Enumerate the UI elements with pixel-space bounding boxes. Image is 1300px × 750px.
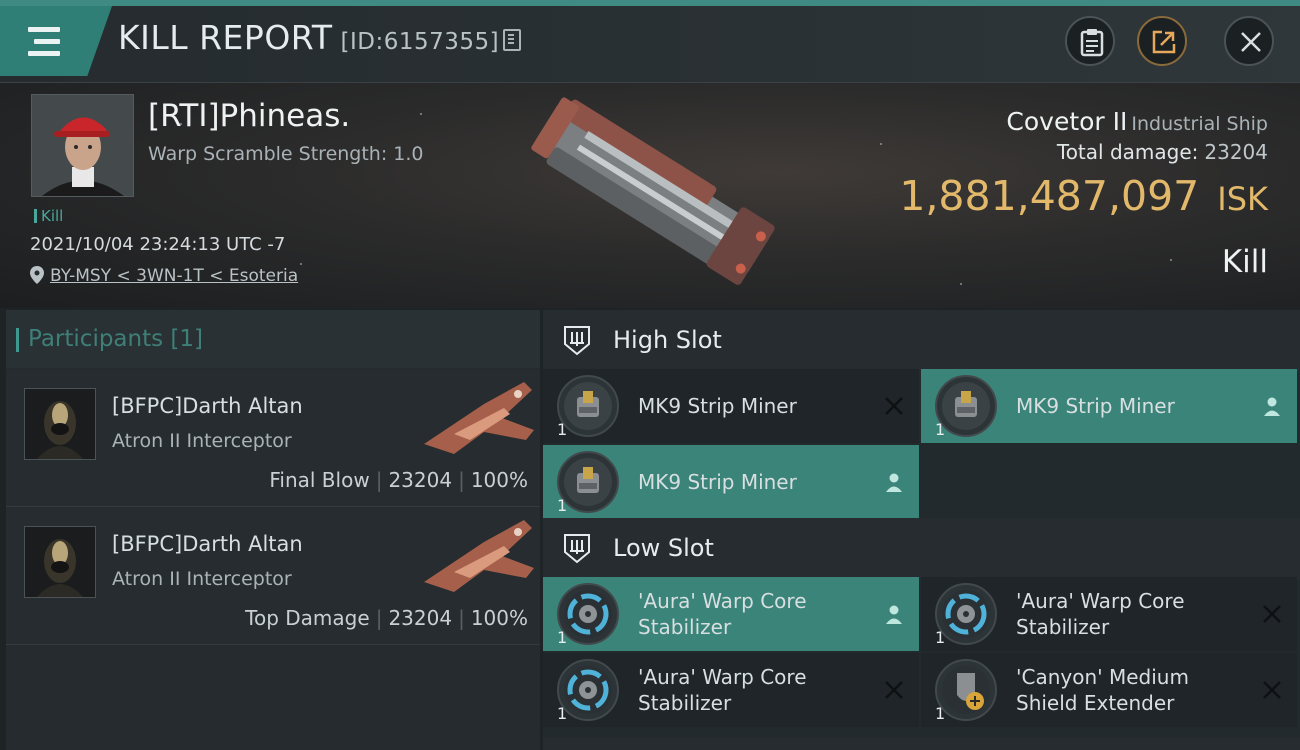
share-icon [1152, 30, 1176, 54]
victim-ship[interactable]: Covetor II Industrial Ship [1006, 107, 1268, 136]
dropped-person-icon [886, 605, 902, 624]
share-button[interactable] [1137, 16, 1187, 66]
module-quantity: 1 [557, 628, 568, 647]
module-name: MK9 Strip Miner [1016, 394, 1175, 418]
participant-row[interactable]: [BFPC]Darth Altan Atron II Interceptor F… [6, 370, 540, 507]
module-quantity: 1 [935, 704, 946, 723]
module-item[interactable]: 1 'Aura' Warp Core Stabilizer [543, 577, 919, 651]
participant-stats: Top Damage | 23204 | 100% [245, 606, 528, 630]
module-name: 'Canyon' Medium Shield Extender [1016, 665, 1189, 715]
module-quantity: 1 [935, 420, 946, 439]
participant-stats: Final Blow | 23204 | 100% [269, 468, 528, 492]
participants-title: Participants [1] [16, 326, 203, 352]
dropped-person-icon [886, 473, 902, 492]
clipboard-icon [1080, 29, 1104, 57]
participant-ship: Atron II Interceptor [112, 430, 292, 452]
location-pin-icon [30, 266, 44, 284]
fitting-panel: High Slot 1 MK9 Strip Miner 1 MK9 Strip … [543, 310, 1300, 750]
destroyed-x-icon [885, 681, 903, 699]
module-quantity: 1 [557, 704, 568, 723]
participant-name[interactable]: [BFPC]Darth Altan [112, 532, 303, 556]
total-damage: Total damage: 23204 [1057, 140, 1268, 164]
close-icon [1241, 32, 1261, 52]
location-link[interactable]: BY-MSY < 3WN-1T < Esoteria [50, 266, 298, 286]
module-name: MK9 Strip Miner [638, 394, 797, 418]
kill-location[interactable]: BY-MSY < 3WN-1T < Esoteria [30, 266, 298, 286]
isk-unit: ISK [1217, 180, 1268, 218]
module-name: 'Aura' Warp Core Stabilizer [638, 589, 807, 639]
module-item[interactable]: 1 'Canyon' Medium Shield Extender [921, 653, 1297, 727]
victim-name[interactable]: [RTI]Phineas. [148, 98, 350, 134]
destroyed-x-icon [885, 397, 903, 415]
low-slot-header: Low Slot [543, 518, 1300, 580]
ship-name: Covetor II [1006, 107, 1128, 136]
module-item[interactable]: 1 'Aura' Warp Core Stabilizer [921, 577, 1297, 651]
low-slot-icon [564, 534, 590, 564]
ship-class: Industrial Ship [1131, 113, 1268, 135]
participant-name[interactable]: [BFPC]Darth Altan [112, 394, 303, 418]
next-slot-header-partial [543, 738, 1300, 750]
participant-avatar [24, 388, 96, 460]
module-item[interactable]: 1 MK9 Strip Miner [543, 445, 919, 519]
kill-tag: Kill [34, 207, 63, 225]
module-quantity: 1 [935, 628, 946, 647]
module-item[interactable]: 1 'Aura' Warp Core Stabilizer [543, 653, 919, 727]
copy-icon[interactable] [503, 29, 522, 51]
close-button[interactable] [1224, 16, 1274, 66]
kill-datetime: 2021/10/04 23:24:13 UTC -7 [30, 234, 286, 255]
high-slot-icon [564, 326, 590, 356]
page-title: KILL REPORT [ID:6157355] [118, 18, 522, 57]
participant-ship: Atron II Interceptor [112, 568, 292, 590]
participant-ship-image [424, 520, 534, 592]
kill-id: [ID:6157355] [340, 29, 500, 55]
victim-portrait[interactable] [31, 94, 134, 197]
participants-header[interactable]: Participants [1] [6, 310, 540, 368]
participants-panel: Participants [1] [BFPC]Darth Altan Atron… [6, 310, 540, 750]
result-label: Kill [1221, 244, 1268, 280]
participant-row[interactable]: [BFPC]Darth Altan Atron II Interceptor T… [6, 508, 540, 645]
total-damage-value: 23204 [1204, 140, 1268, 164]
module-item[interactable]: 1 MK9 Strip Miner [543, 369, 919, 443]
participant-percent: 100% [470, 606, 528, 630]
module-quantity: 1 [557, 496, 568, 515]
participant-damage: 23204 [388, 468, 453, 492]
participant-avatar [24, 526, 96, 598]
dropped-person-icon [1264, 397, 1280, 416]
module-name: 'Aura' Warp Core Stabilizer [638, 665, 807, 715]
module-name: MK9 Strip Miner [638, 470, 797, 494]
module-item[interactable]: 1 MK9 Strip Miner [921, 369, 1297, 443]
participant-role: Top Damage [245, 606, 370, 630]
participant-damage: 23204 [388, 606, 453, 630]
isk-value: 1,881,487,097 ISK [899, 172, 1268, 220]
high-slot-header: High Slot [543, 310, 1300, 372]
clipboard-button[interactable] [1065, 16, 1115, 66]
high-slot-label: High Slot [613, 326, 722, 354]
participant-ship-image [424, 382, 534, 454]
total-damage-label: Total damage: [1056, 140, 1199, 164]
participant-role: Final Blow [269, 468, 370, 492]
victim-ship-image [531, 97, 775, 285]
module-name: 'Aura' Warp Core Stabilizer [1016, 589, 1185, 639]
isk-amount: 1,881,487,097 [899, 172, 1200, 220]
destroyed-x-icon [1263, 605, 1281, 623]
warp-scramble-strength: Warp Scramble Strength: 1.0 [148, 143, 424, 165]
module-quantity: 1 [557, 420, 568, 439]
low-slot-label: Low Slot [613, 534, 714, 562]
destroyed-x-icon [1263, 681, 1281, 699]
participant-percent: 100% [470, 468, 528, 492]
